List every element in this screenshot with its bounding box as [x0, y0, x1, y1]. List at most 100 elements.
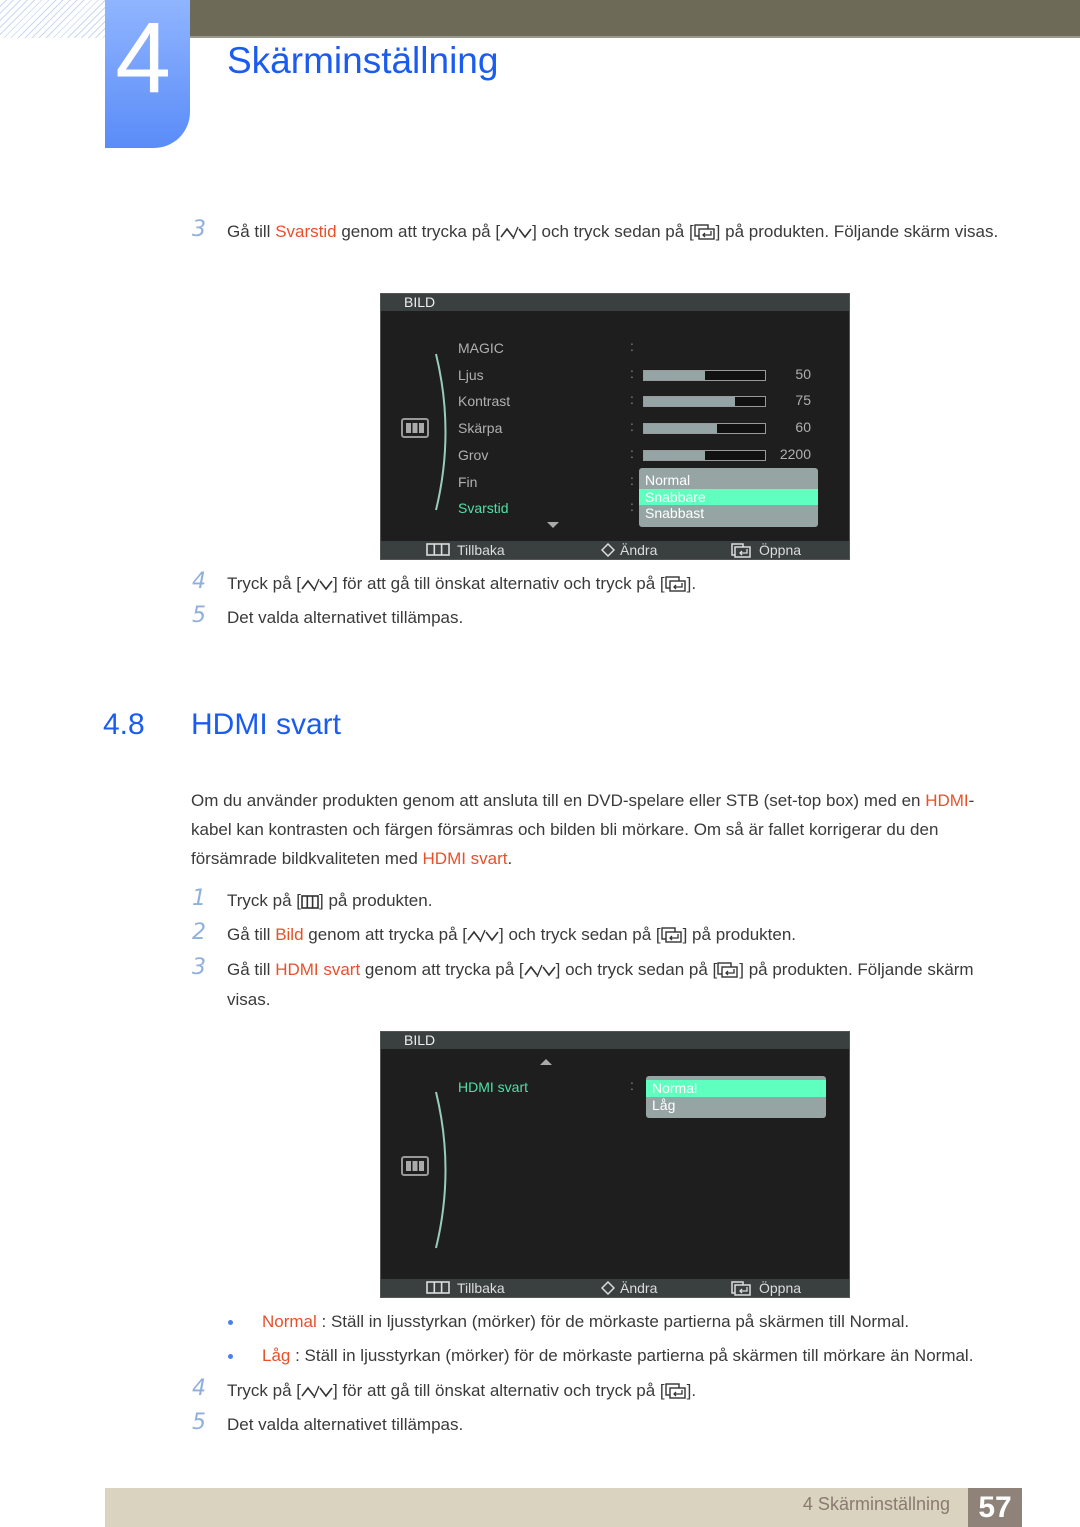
osd-colon: : [630, 338, 634, 354]
header-hatch [0, 0, 105, 38]
page-number: 57 [968, 1488, 1022, 1527]
step-number: 5 [192, 603, 206, 628]
step-number: 5 [192, 1410, 206, 1435]
highlight-term: Svarstid [275, 222, 337, 241]
osd-colon: : [630, 391, 634, 408]
enter-icon [664, 573, 687, 600]
bullet-dot [228, 1354, 233, 1359]
step-number: 4 [192, 1376, 206, 1401]
osd-slider[interactable] [643, 396, 766, 408]
enter-icon [664, 1380, 687, 1407]
osd-arc [433, 352, 453, 515]
menu-icon [301, 890, 319, 917]
step-item: 2 Gå till Bild genom att trycka på [] och… [192, 920, 1012, 951]
scroll-down-arrow-icon[interactable] [547, 522, 559, 528]
osd-change-label[interactable]: Ändra [620, 541, 657, 559]
osd-menu-item[interactable]: Skärpa [458, 420, 502, 436]
osd-back-icon [426, 1281, 450, 1294]
osd-value: 2200 [779, 445, 811, 462]
highlight-term: Låg [262, 1346, 291, 1365]
osd-change-label[interactable]: Ändra [620, 1279, 657, 1297]
step-text: Det valda alternativet tillämpas. [227, 608, 464, 627]
osd-slider-fill [644, 424, 717, 434]
step-text: Det valda alternativet tillämpas. [227, 1415, 464, 1434]
osd-open-label[interactable]: Öppna [759, 1279, 801, 1297]
step-text: Gå till Bild genom att trycka på [] och … [227, 921, 1012, 951]
step-item: 4 Tryck på [] för att gå till önskat alte… [192, 1376, 1012, 1407]
osd-title: BILD [381, 294, 849, 311]
up-down-arrows-icon [301, 1380, 333, 1407]
osd-value: 75 [795, 392, 811, 409]
step-item: 1 Tryck på [] på produkten. [192, 886, 1012, 917]
footer-chapter: 4 Skärminställning [802, 1494, 950, 1514]
osd-colon: : [630, 498, 634, 515]
osd-back-label[interactable]: Tillbaka [457, 541, 505, 559]
highlight-term: Normal [262, 1312, 317, 1331]
osd-menu-item[interactable]: Fin [458, 474, 477, 490]
osd-screen-hdmi-svart: BILD Tillbaka Ändra Öppna HDMI svart: Normal… [380, 1031, 850, 1298]
osd-dropdown[interactable]: Normal Snabbare Snabbast [639, 468, 818, 527]
osd-dropdown[interactable]: Normal Låg [646, 1076, 826, 1118]
step-text: Tryck på [] för att gå till önskat alter… [227, 570, 1012, 600]
osd-slider[interactable] [643, 369, 766, 381]
osd-open-icon [731, 543, 751, 558]
osd-open-label[interactable]: Öppna [759, 541, 801, 559]
osd-option[interactable]: Snabbare [639, 488, 818, 505]
up-down-arrows-icon [524, 959, 556, 986]
step-text: Tryck på [] på produkten. [227, 887, 1012, 917]
enter-icon [693, 221, 716, 248]
osd-option[interactable]: Normal [646, 1080, 826, 1097]
section-title: HDMI svart [191, 708, 341, 741]
step-item: 5 Det valda alternativet tillämpas. [192, 603, 1012, 631]
enter-icon [660, 924, 683, 951]
section-number: 4.8 [103, 708, 145, 741]
osd-value: 50 [795, 365, 811, 382]
osd-menu-item[interactable]: HDMI svart [458, 1079, 528, 1095]
osd-back-icon [426, 543, 450, 556]
osd-menu-icon [401, 1156, 429, 1179]
step-text: Tryck på [] för att gå till önskat alter… [227, 1377, 1012, 1407]
osd-option[interactable]: Låg [646, 1097, 826, 1114]
osd-colon: : [630, 471, 634, 488]
osd-menu-item[interactable]: Svarstid [458, 500, 509, 516]
step-number: 3 [192, 955, 206, 980]
osd-colon: : [630, 418, 634, 435]
highlight-term: Bild [275, 925, 304, 944]
osd-menu-item[interactable]: Grov [458, 447, 488, 463]
osd-menu-item[interactable]: MAGIC [458, 340, 504, 356]
bullet-text: Låg : Ställ in ljusstyrkan (mörker) för … [262, 1346, 974, 1365]
osd-option[interactable]: Normal [639, 472, 818, 489]
intro-paragraph: Om du använder produkten genom att anslu… [191, 791, 975, 868]
scroll-up-arrow-icon[interactable] [540, 1059, 552, 1065]
osd-value: 60 [795, 419, 811, 436]
step-item: 4 Tryck på [] för att gå till önskat alte… [192, 569, 1012, 600]
highlight-term: HDMI [925, 791, 969, 810]
step-text: Gå till HDMI svart genom att trycka på [… [227, 959, 974, 1009]
osd-option[interactable]: Snabbast [639, 505, 818, 522]
osd-colon: : [630, 444, 634, 461]
enter-icon [717, 959, 739, 986]
osd-title: BILD [381, 1032, 849, 1049]
osd-footer: Tillbaka Ändra Öppna [381, 1279, 849, 1297]
osd-slider[interactable] [643, 423, 766, 435]
step-number: 1 [192, 886, 206, 911]
osd-back-label[interactable]: Tillbaka [457, 1279, 505, 1297]
highlight-term: HDMI svart [275, 960, 361, 979]
osd-menu-item[interactable]: Kontrast [458, 393, 510, 409]
bullet-dot [228, 1320, 233, 1325]
osd-colon: : [630, 1077, 634, 1093]
osd-footer: Tillbaka Ändra Öppna [381, 541, 849, 559]
step-number: 4 [192, 569, 206, 594]
chapter-number: 4 [115, 2, 171, 114]
step-text: Gå till Svarstid genom att trycka på [] … [227, 218, 1012, 248]
osd-change-icon [600, 542, 616, 558]
step-item: 3 Gå till HDMI svart genom att trycka på … [192, 955, 1012, 1013]
osd-slider-fill [644, 370, 705, 380]
bullet-text: Normal : Ställ in ljusstyrkan (mörker) f… [262, 1312, 910, 1331]
step-number: 3 [192, 217, 206, 242]
osd-slider[interactable] [643, 449, 766, 461]
osd-arc [433, 1090, 453, 1253]
bullet-item: Normal : Ställ in ljusstyrkan (mörker) f… [228, 1308, 909, 1335]
up-down-arrows-icon [500, 221, 532, 248]
osd-menu-item[interactable]: Ljus [458, 367, 484, 383]
